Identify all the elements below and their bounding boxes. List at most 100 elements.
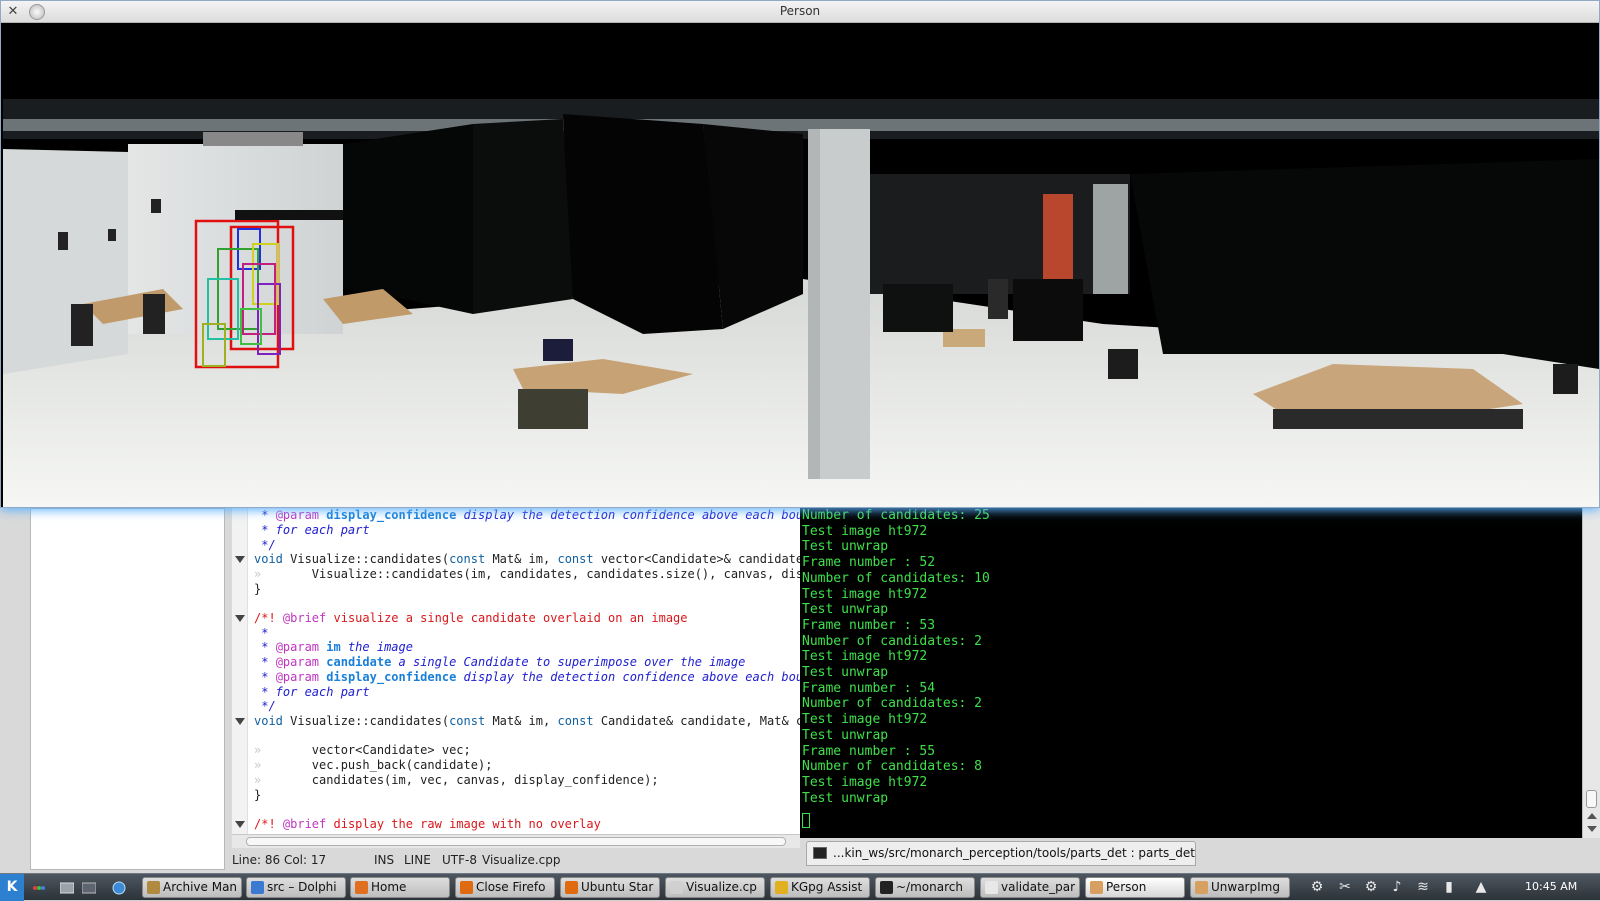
fold-toggle-icon[interactable] <box>235 718 245 725</box>
task-item-label: Ubuntu Star <box>581 880 654 894</box>
terminal-line: Frame number : 54 <box>802 680 936 696</box>
code-line: * for each part <box>254 523 369 538</box>
battery-icon[interactable]: ▮ <box>1440 878 1458 896</box>
task-item[interactable]: src – Dolphi <box>246 877 346 898</box>
task-item-label: KGpg Assist <box>791 880 863 894</box>
code-line: /*! @brief display the raw image with no… <box>254 817 601 832</box>
task-item[interactable]: Close Firefo <box>455 877 555 898</box>
pager-desktop-2-icon[interactable] <box>81 880 97 894</box>
terminal-line: Frame number : 52 <box>802 555 936 571</box>
network-manager-icon[interactable]: ⚙ <box>1308 878 1326 896</box>
selection-mode[interactable]: LINE <box>404 853 431 867</box>
file-name: Visualize.cpp <box>482 853 561 867</box>
code-token: » <box>254 758 312 772</box>
code-token: display the detection confidence above e… <box>456 670 800 684</box>
code-token: } <box>254 582 262 596</box>
scrollbar-thumb[interactable] <box>246 837 786 846</box>
task-item[interactable]: Ubuntu Star <box>560 877 660 898</box>
code-token: display the detection confidence above e… <box>456 508 800 522</box>
terminal-line: Number of candidates: 8 <box>802 759 983 775</box>
code-token: display the raw image with no overlay <box>326 817 601 831</box>
code-line: » candidates(im, vec, canvas, display_co… <box>254 773 659 788</box>
task-item-label: Close Firefo <box>476 880 546 894</box>
fold-toggle-icon[interactable] <box>235 556 245 563</box>
kde-menu-button[interactable]: K <box>0 874 24 901</box>
code-token: void <box>254 714 291 728</box>
task-item[interactable]: Home <box>350 877 450 898</box>
cursor-position: Line: 86 Col: 17 <box>232 853 327 867</box>
code-token: vector<Candidate>& candidates, <box>600 552 800 566</box>
code-token: im <box>326 640 341 654</box>
terminal-line: Number of candidates: 2 <box>802 696 983 712</box>
scroll-down-icon[interactable] <box>1587 826 1597 832</box>
terminal-icon <box>813 847 827 859</box>
terminal-line: Test unwrap <box>802 665 889 680</box>
terminal-line: Test unwrap <box>802 790 889 806</box>
code-token: * <box>254 508 276 522</box>
horizontal-scrollbar[interactable] <box>232 834 800 848</box>
task-item[interactable]: Visualize.cp <box>665 877 765 898</box>
person-image-window[interactable]: ✕ Person <box>0 0 1600 508</box>
activities-icon[interactable] <box>32 880 46 894</box>
terminal-scrollbar[interactable] <box>1582 508 1600 838</box>
pager-desktop-1-icon[interactable] <box>59 880 75 894</box>
code-token: candidates(im, vec, canvas, display_conf… <box>311 773 659 787</box>
clock[interactable]: 10:45 AM <box>1525 880 1577 893</box>
task-item-label: src – Dolphi <box>267 880 337 894</box>
editor-side-panel[interactable] <box>30 508 225 870</box>
task-app-icon <box>775 881 788 894</box>
scroll-up-icon[interactable] <box>1587 813 1597 819</box>
code-token: * <box>254 655 276 669</box>
code-line: } <box>254 582 261 597</box>
terminal-scroll-thumb[interactable] <box>1586 790 1597 808</box>
taskbar: K Archive Man src – Dolphi Home Close Firef… <box>0 873 1600 901</box>
code-token: » <box>254 773 312 787</box>
task-item[interactable]: Person <box>1085 877 1185 898</box>
terminal-tab[interactable]: ...kin_ws/src/monarch_perception/tools/p… <box>806 841 1196 866</box>
task-app-icon <box>460 881 473 894</box>
terminal-cursor <box>802 813 810 828</box>
code-text-area[interactable]: * @param display_confidence display the … <box>232 508 800 834</box>
code-line: * @param display_confidence display the … <box>254 508 800 523</box>
code-line: * @param im the image <box>254 640 413 655</box>
task-item-label: Archive Man <box>163 880 238 894</box>
code-token: vec.push_back(candidate); <box>311 758 493 772</box>
terminal-output[interactable]: Number of candidates: 25 Test image ht972… <box>800 508 1582 838</box>
task-app-icon <box>565 881 578 894</box>
code-token: /*! <box>254 611 283 625</box>
task-app-icon <box>985 881 998 894</box>
code-token: a single Candidate to superimpose over t… <box>391 655 746 669</box>
task-item-label: UnwarpImg <box>1211 880 1280 894</box>
code-editor-window[interactable]: * @param display_confidence display the … <box>0 508 800 873</box>
volume-icon[interactable]: ♪ <box>1388 878 1406 896</box>
scissors-icon[interactable]: ✂ <box>1336 878 1354 896</box>
fold-toggle-icon[interactable] <box>235 821 245 828</box>
window-title-bar[interactable]: ✕ Person <box>1 1 1599 23</box>
bluetooth-icon[interactable]: ⚙ <box>1362 878 1380 896</box>
fold-toggle-icon[interactable] <box>235 615 245 622</box>
task-app-icon <box>1090 881 1103 894</box>
task-item[interactable]: UnwarpImg <box>1190 877 1290 898</box>
terminal-tab-bar: ...kin_ws/src/monarch_perception/tools/p… <box>800 838 1600 873</box>
code-token: @brief <box>282 611 327 625</box>
fold-gutter[interactable] <box>232 508 248 834</box>
task-item[interactable]: ~/monarch <box>875 877 975 898</box>
terminal-line: Number of candidates: 25 <box>802 508 990 523</box>
code-token: candidate <box>326 655 392 669</box>
terminal-tab-label: ...kin_ws/src/monarch_perception/tools/p… <box>833 846 1195 860</box>
code-token: Visualize::candidates( <box>290 714 450 728</box>
task-item[interactable]: KGpg Assist <box>770 877 870 898</box>
code-line: * for each part <box>254 685 369 700</box>
code-token: */ <box>254 538 276 552</box>
encoding[interactable]: UTF-8 <box>442 853 477 867</box>
input-mode[interactable]: INS <box>374 853 394 867</box>
globe-icon[interactable] <box>112 880 126 895</box>
code-token: * <box>254 670 276 684</box>
window-title: Person <box>779 4 821 18</box>
tray-expand-icon[interactable]: ▲ <box>1472 878 1490 896</box>
code-line: void Visualize::candidates(const Mat& im… <box>254 552 800 567</box>
task-item[interactable]: Archive Man <box>142 877 242 898</box>
wifi-icon[interactable]: ≋ <box>1414 878 1432 896</box>
task-item[interactable]: validate_par <box>980 877 1080 898</box>
code-line: » vec.push_back(candidate); <box>254 758 492 773</box>
